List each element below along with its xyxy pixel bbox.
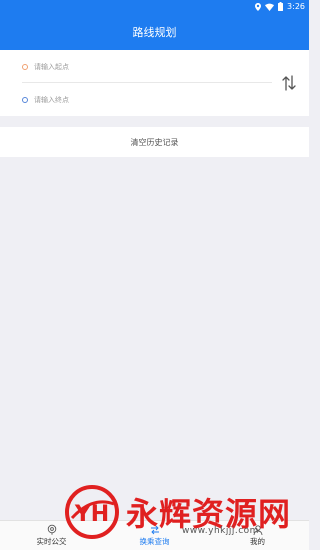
- location-pin-icon: [47, 524, 56, 535]
- start-row: [22, 57, 262, 77]
- nav-label-mine: 我的: [250, 536, 265, 546]
- nav-item-realtime-bus[interactable]: 实时公交: [0, 521, 103, 550]
- status-time: 3:26: [287, 2, 305, 11]
- route-planner-card: [0, 50, 309, 116]
- app-bar: 路线规划: [0, 14, 309, 50]
- transfer-icon: [150, 525, 159, 534]
- battery-icon: [278, 2, 284, 11]
- end-dot-icon: [22, 97, 28, 103]
- nav-item-mine[interactable]: 我的: [206, 521, 309, 550]
- end-row: [22, 90, 262, 110]
- end-input[interactable]: [34, 96, 234, 104]
- start-input[interactable]: [34, 63, 234, 71]
- page-title: 路线规划: [132, 26, 177, 39]
- nav-item-transfer[interactable]: 换乘查询: [103, 521, 206, 550]
- bottom-nav: 实时公交 换乘查询 我的: [0, 520, 309, 550]
- nav-label-realtime-bus: 实时公交: [36, 537, 67, 546]
- wifi-icon: [265, 3, 275, 11]
- clear-history-label: 清空历史记录: [130, 137, 179, 147]
- route-divider: [22, 82, 272, 83]
- person-icon: [253, 524, 262, 535]
- start-dot-icon: [22, 64, 28, 70]
- location-icon: [255, 2, 262, 11]
- status-bar: 3:26: [0, 0, 309, 14]
- nav-label-transfer: 换乘查询: [139, 536, 170, 546]
- status-icons: 3:26: [255, 2, 305, 11]
- swap-route-button[interactable]: [281, 74, 297, 92]
- clear-history-button[interactable]: 清空历史记录: [0, 127, 309, 157]
- swap-icon: [282, 75, 296, 91]
